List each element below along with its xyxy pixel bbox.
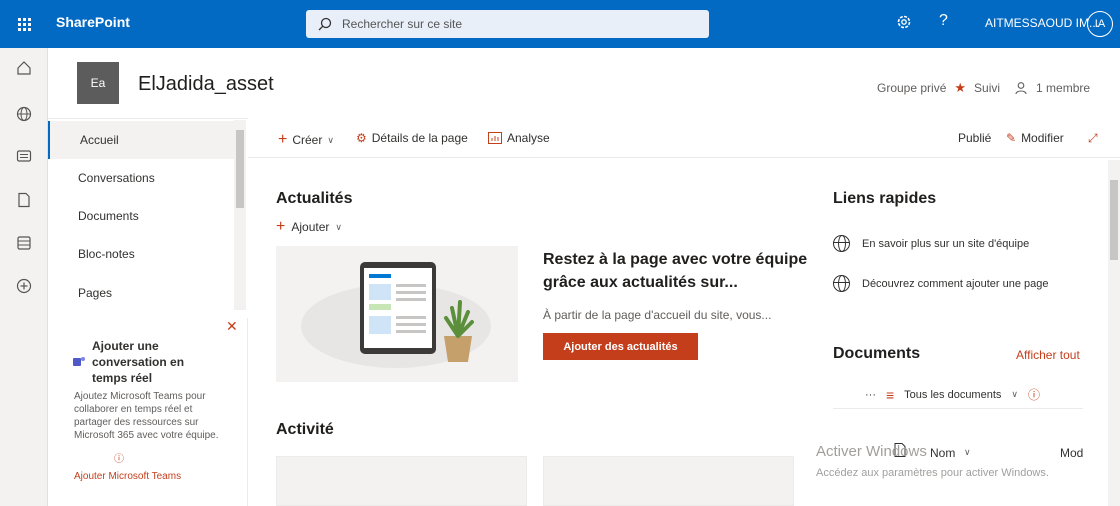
help-button[interactable]: ? (939, 12, 948, 30)
chevron-down-icon: ∨ (335, 221, 342, 232)
app-bar (0, 48, 48, 506)
analytics-icon (488, 132, 502, 144)
info-icon[interactable]: ⓘ (1028, 386, 1040, 403)
globe-icon[interactable] (14, 104, 34, 124)
globe-icon (833, 235, 850, 252)
nav-item-bloc-notes[interactable]: Bloc-notes (48, 235, 234, 273)
chevron-down-icon: ∨ (1011, 389, 1018, 399)
star-icon: ★ (954, 80, 967, 95)
column-header-name[interactable]: Nom (930, 446, 955, 460)
filter-icon: ≡ (886, 386, 895, 403)
search-icon (318, 17, 332, 31)
user-name[interactable]: AITMESSAOUD IM... (985, 16, 1099, 30)
news-title: Restez à la page avec votre équipe grâce… (543, 251, 808, 291)
news-description: À partir de la page d'accueil du site, v… (543, 308, 772, 322)
teams-icon (73, 357, 85, 366)
teams-promo-description: Ajoutez Microsoft Teams pour collaborer … (74, 391, 219, 441)
quick-link[interactable]: En savoir plus sur un site d'équipe (833, 235, 1029, 252)
suite-bar: SharePoint Rechercher sur ce site ? AITM… (0, 0, 1120, 48)
page-details-button[interactable]: ⚙ Détails de la page (356, 131, 468, 145)
settings-gear-icon[interactable] (896, 14, 912, 30)
activity-heading: Activité (276, 421, 334, 438)
quick-link-label: En savoir plus sur un site d'équipe (862, 237, 1030, 250)
waffle-icon (17, 17, 31, 31)
plus-icon: + (276, 218, 286, 235)
search-placeholder: Rechercher sur ce site (342, 17, 463, 31)
add-news-button[interactable]: + Ajouter ∨ (276, 218, 342, 236)
analytics-label: Analyse (507, 131, 550, 145)
follow-button[interactable]: Suivi (974, 81, 1000, 95)
publish-status: Publié (958, 131, 992, 145)
chevron-down-icon: ∨ (964, 447, 971, 457)
quick-links-heading: Liens rapides (833, 190, 937, 207)
page-scrollbar[interactable] (1108, 160, 1120, 506)
nav-item-pages[interactable]: Pages (48, 274, 234, 312)
view-selector[interactable]: Tous les documents (904, 389, 1001, 401)
documents-heading: Documents (833, 345, 921, 362)
app-launcher-button[interactable] (0, 0, 48, 48)
quick-link-label: Découvrez comment ajouter une page (862, 277, 1049, 290)
members-button[interactable]: 1 membre (1036, 81, 1090, 95)
create-plus-icon[interactable] (14, 276, 34, 296)
documents-toolbar: ··· ≡ Tous les documents ∨ ⓘ (865, 386, 1040, 403)
plus-icon: + (278, 131, 288, 148)
add-teams-link[interactable]: Ajouter Microsoft Teams (74, 471, 181, 482)
divider (833, 408, 1083, 409)
news-icon[interactable] (14, 146, 34, 166)
person-icon (1015, 82, 1027, 95)
quick-link[interactable]: Découvrez comment ajouter une page (833, 275, 1049, 292)
settings-gear-icon: ⚙ (356, 131, 367, 145)
news-placeholder-image (276, 246, 518, 382)
expand-icon[interactable]: ⤢ (1088, 131, 1098, 146)
news-heading: Actualités (276, 190, 353, 207)
add-news-primary-button[interactable]: Ajouter des actualités (543, 333, 698, 360)
activity-card[interactable] (276, 456, 527, 506)
nav-scrollbar[interactable] (234, 120, 246, 310)
site-logo[interactable]: Ea (77, 62, 119, 104)
lists-icon[interactable] (14, 233, 34, 253)
command-bar: + Créer ∨ ⚙ Détails de la page Analyse P… (248, 120, 1120, 158)
document-icon[interactable] (14, 190, 34, 210)
column-header-modified[interactable]: Mod (1060, 446, 1083, 460)
globe-icon (833, 275, 850, 292)
info-icon: ⓘ (114, 454, 124, 465)
nav-item-accueil[interactable]: Accueil (48, 121, 234, 159)
show-all-link[interactable]: Afficher tout (1016, 348, 1080, 362)
more-options-button[interactable]: ··· (865, 389, 876, 401)
site-title[interactable]: ElJadida_asset (138, 73, 274, 96)
nav-scroll-thumb[interactable] (236, 130, 244, 208)
activity-card[interactable] (543, 456, 794, 506)
close-icon[interactable]: ✕ (226, 318, 238, 335)
edit-button[interactable]: ✎ Modifier (1006, 131, 1064, 145)
home-icon[interactable] (14, 58, 34, 78)
page-scroll-thumb[interactable] (1110, 180, 1118, 260)
tablet-illustration (301, 262, 491, 368)
create-button[interactable]: + Créer ∨ (278, 131, 334, 149)
windows-activation-title: Activer Windows (816, 443, 927, 460)
user-avatar[interactable]: IA (1087, 11, 1113, 37)
teams-promo-title: Ajouter une conversation en temps réel (92, 339, 185, 385)
page-details-label: Détails de la page (371, 131, 468, 145)
teams-promo-panel: ✕ Ajouter une conversation en temps réel… (48, 318, 248, 506)
app-name-link[interactable]: SharePoint (56, 14, 130, 30)
windows-activation-text: Accédez aux paramètres pour activer Wind… (816, 467, 1049, 479)
pencil-icon: ✎ (1006, 131, 1017, 145)
create-label: Créer (292, 133, 323, 147)
analytics-button[interactable]: Analyse (488, 131, 550, 145)
nav-item-conversations[interactable]: Conversations (48, 159, 234, 197)
privacy-label: Groupe privé (877, 81, 947, 95)
edit-label: Modifier (1021, 131, 1064, 145)
nav-item-documents[interactable]: Documents (48, 197, 234, 235)
search-box[interactable]: Rechercher sur ce site (306, 10, 709, 38)
site-header-actions: Groupe privé ★ Suivi 1 membre (877, 80, 1090, 96)
add-news-label: Ajouter (291, 220, 330, 234)
site-navigation: Accueil Conversations Documents Bloc-not… (48, 118, 248, 311)
chevron-down-icon: ∨ (327, 134, 334, 145)
